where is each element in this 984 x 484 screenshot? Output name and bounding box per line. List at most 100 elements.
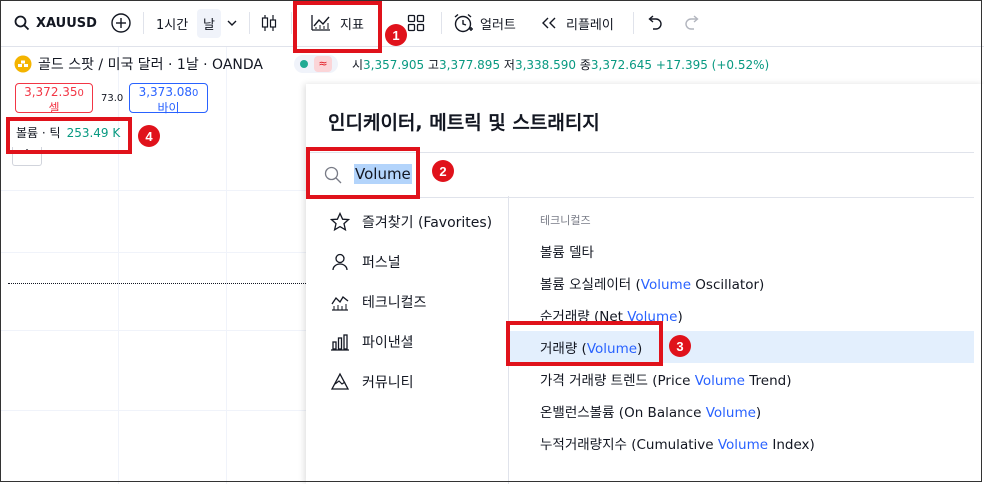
toolbar-divider [249, 12, 250, 34]
star-icon [330, 212, 350, 232]
buy-button[interactable]: 3,373.080 바이 [129, 83, 208, 115]
indicator-item[interactable]: 가격 거래량 트렌드 (Price Volume Trend) [509, 363, 974, 395]
highlight-volume-item [506, 321, 663, 366]
step-badge-2: 2 [432, 160, 454, 182]
interval-label: 1시간 [156, 17, 189, 33]
redo-icon [685, 15, 699, 30]
day-interval-button[interactable]: 날 [197, 8, 221, 38]
chevron-down-icon [227, 20, 237, 26]
buy-price: 3,373.08 [138, 85, 193, 99]
redo-button[interactable] [684, 8, 702, 38]
candlestick-icon [261, 15, 277, 31]
price-line [8, 283, 306, 284]
ohlc-values: 시3,357.905 고3,377.895 저3,338.590 종3,372.… [352, 56, 769, 73]
gold-coin-icon [14, 55, 32, 73]
item-text-end: Oscillator) [691, 277, 765, 293]
item-keyword: Volume [640, 277, 692, 293]
toolbar-divider [143, 12, 144, 34]
item-text: 볼륨 델타 [540, 245, 594, 261]
market-open-dot [300, 60, 308, 68]
ohlc-open-label: 시 [352, 58, 364, 72]
ohlc-high-value: 3,377.895 [439, 58, 501, 72]
symbol-search[interactable]: XAUUSD [14, 8, 97, 38]
category-personal[interactable]: 퍼스널 [330, 250, 401, 274]
layout-button[interactable] [407, 8, 425, 38]
replay-button[interactable]: 리플레이 [540, 8, 614, 38]
ohlc-close-value: 3,372.645 [590, 58, 652, 72]
item-text-end: ) [755, 405, 762, 421]
undo-icon [648, 15, 662, 30]
step-badge-4: 4 [138, 125, 160, 147]
highlight-search [306, 147, 420, 199]
sell-label: 셀 [48, 101, 60, 115]
ohlc-change: +17.395 (+0.52%) [655, 58, 770, 72]
category-financials[interactable]: 파이낸셜 [330, 330, 414, 354]
search-icon [14, 15, 30, 31]
step-badge-3: 3 [669, 335, 691, 357]
symbol-title: 골드 스팟 / 미국 달러 · 1날 · OANDA [38, 57, 263, 73]
alert-label: 얼러트 [480, 17, 516, 33]
category-label: 퍼스널 [362, 255, 401, 271]
interval-button[interactable]: 1시간 [156, 8, 188, 38]
indicators-dialog: 인디케이터, 메트릭 및 스트래티지 Volume 즐겨찾기 (Favorite… [306, 84, 984, 484]
category-label: 파이낸셜 [362, 335, 414, 351]
market-status-pill[interactable]: ≈ [294, 55, 338, 73]
category-favorites[interactable]: 즐겨찾기 (Favorites) [330, 210, 492, 234]
category-technicals[interactable]: 테크니컬즈 [330, 290, 426, 314]
highlight-volume-legend [6, 117, 132, 154]
grid-layout-icon [407, 14, 425, 32]
item-text: 가격 거래량 트렌드 (Price [540, 373, 695, 389]
chart-type-button[interactable] [258, 8, 280, 38]
ohlc-low-label: 저 [503, 58, 515, 72]
category-community[interactable]: 커뮤니티 [330, 370, 414, 394]
alarm-clock-icon [454, 13, 473, 33]
symbol-name: XAUUSD [36, 15, 97, 31]
dialog-title: 인디케이터, 메트릭 및 스트래티지 [328, 112, 600, 134]
indicator-item[interactable]: 누적거래량지수 (Cumulative Volume Index) [509, 427, 974, 459]
technicals-icon [331, 296, 349, 311]
day-interval-label: 날 [197, 8, 221, 38]
indicator-item[interactable]: 온밸런스볼륨 (On Balance Volume) [509, 395, 974, 427]
community-icon [330, 372, 350, 390]
sell-price-sup: 0 [77, 88, 84, 99]
symbol-info: 골드 스팟 / 미국 달러 · 1날 · OANDA [14, 52, 263, 76]
category-list: 즐겨찾기 (Favorites) 퍼스널 테크니컬즈 파이낸셜 커뮤니티 [306, 196, 509, 484]
buy-label: 바이 [157, 101, 180, 115]
person-icon [332, 253, 348, 271]
plus-circle-icon [111, 13, 131, 33]
item-keyword: Volume [694, 373, 745, 389]
ohlc-close-label: 종 [579, 58, 591, 72]
item-text-end: Trend) [744, 373, 792, 389]
ohlc-open-value: 3,357.905 [363, 58, 425, 72]
indicator-item[interactable]: 볼륨 오실레이터 (Volume Oscillator) [509, 267, 974, 299]
item-text: 볼륨 오실레이터 ( [540, 277, 641, 293]
wave-icon: ≈ [314, 56, 332, 72]
undo-button[interactable] [645, 8, 663, 38]
item-text-end: Index) [768, 437, 815, 453]
sell-button[interactable]: 3,372.350 셀 [15, 83, 93, 115]
ohlc-high-label: 고 [427, 58, 439, 72]
item-text: 누적거래량지수 (Cumulative [540, 437, 718, 453]
top-toolbar: XAUUSD 1시간 날 지표 얼러트 리플레이 [0, 0, 984, 47]
alert-button[interactable]: 얼러트 [452, 8, 516, 38]
financials-icon [331, 334, 349, 351]
item-text: 온밸런스볼륨 (On Balance [540, 405, 706, 421]
rewind-icon [542, 17, 556, 29]
category-label: 즐겨찾기 (Favorites) [362, 215, 493, 231]
category-label: 테크니컬즈 [362, 295, 427, 311]
item-text-end: ) [677, 309, 683, 325]
item-keyword: Volume [705, 405, 756, 421]
step-badge-1: 1 [385, 24, 407, 46]
interval-dropdown[interactable] [226, 8, 238, 38]
indicator-item[interactable]: 볼륨 델타 [509, 235, 974, 267]
toolbar-divider [633, 12, 634, 34]
item-keyword: Volume [717, 437, 769, 453]
category-label: 커뮤니티 [362, 375, 414, 391]
compare-button[interactable] [110, 8, 132, 38]
toolbar-divider [291, 12, 292, 34]
toolbar-divider [441, 12, 442, 34]
highlight-indicators [293, 1, 382, 53]
replay-label: 리플레이 [566, 17, 614, 33]
buy-price-sup: 0 [192, 88, 199, 99]
section-label: 테크니컬즈 [540, 214, 591, 227]
